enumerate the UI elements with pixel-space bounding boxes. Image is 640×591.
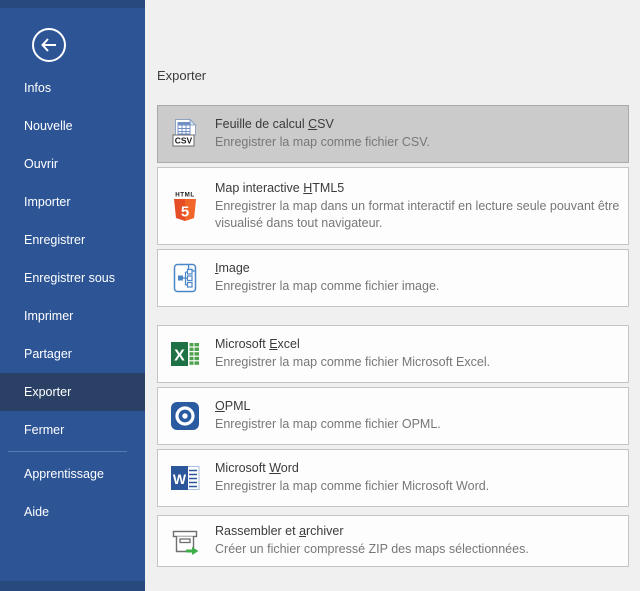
backstage-view: InfosNouvelleOuvrirImporterEnregistrerEn… bbox=[0, 0, 640, 591]
sidebar-separator bbox=[8, 451, 127, 452]
export-group: Rassembler et archiver Créer un fichier c… bbox=[157, 515, 629, 567]
svg-text:W: W bbox=[173, 471, 187, 487]
export-option-title: Feuille de calcul CSV bbox=[215, 117, 620, 131]
export-option-title: OPML bbox=[215, 399, 620, 413]
sidebar-item-exporter[interactable]: Exporter bbox=[0, 373, 145, 411]
sidebar-item-infos[interactable]: Infos bbox=[0, 69, 145, 107]
export-option-description: Enregistrer la map comme fichier Microso… bbox=[215, 478, 620, 494]
excel-icon: X bbox=[168, 337, 202, 371]
export-option-texts: OPML Enregistrer la map comme fichier OPM… bbox=[215, 399, 620, 432]
sidebar-item-partager[interactable]: Partager bbox=[0, 335, 145, 373]
image-file-icon bbox=[168, 261, 202, 295]
export-option-map-interactive-html5[interactable]: HTML 5 Map interactive HTML5 Enregistrer la… bbox=[157, 167, 629, 245]
export-option-description: Créer un fichier compressé ZIP des maps … bbox=[215, 541, 620, 557]
export-option-description: Enregistrer la map comme fichier CSV. bbox=[215, 134, 620, 150]
export-option-title: Map interactive HTML5 bbox=[215, 181, 620, 195]
back-arrow-icon bbox=[30, 51, 68, 68]
export-option-texts: Microsoft Excel Enregistrer la map comme … bbox=[215, 337, 620, 370]
svg-text:HTML: HTML bbox=[175, 192, 195, 199]
export-group: CSV Feuille de calcul CSV Enregistrer la m… bbox=[157, 105, 629, 307]
sidebar-menu: InfosNouvelleOuvrirImporterEnregistrerEn… bbox=[0, 69, 145, 531]
sidebar-item-nouvelle[interactable]: Nouvelle bbox=[0, 107, 145, 145]
sidebar-item-apprentissage[interactable]: Apprentissage bbox=[0, 455, 145, 493]
html5-icon: HTML 5 bbox=[168, 189, 202, 223]
csv-file-icon: CSV bbox=[168, 117, 202, 151]
export-option-texts: Microsoft Word Enregistrer la map comme f… bbox=[215, 461, 620, 494]
sidebar-item-ouvrir[interactable]: Ouvrir bbox=[0, 145, 145, 183]
sidebar: InfosNouvelleOuvrirImporterEnregistrerEn… bbox=[0, 0, 145, 591]
export-option-opml[interactable]: OPML Enregistrer la map comme fichier OPM… bbox=[157, 387, 629, 445]
svg-text:X: X bbox=[174, 348, 185, 365]
export-option-feuille-de-calcul-csv[interactable]: CSV Feuille de calcul CSV Enregistrer la m… bbox=[157, 105, 629, 163]
word-icon: W bbox=[168, 461, 202, 495]
sidebar-item-fermer[interactable]: Fermer bbox=[0, 411, 145, 449]
export-option-texts: Feuille de calcul CSV Enregistrer la map … bbox=[215, 117, 620, 150]
sidebar-item-imprimer[interactable]: Imprimer bbox=[0, 297, 145, 335]
sidebar-bottom-strip bbox=[0, 581, 145, 591]
export-option-title: Image bbox=[215, 261, 620, 275]
sidebar-item-enregistrer-sous[interactable]: Enregistrer sous bbox=[0, 259, 145, 297]
export-option-image[interactable]: Image Enregistrer la map comme fichier im… bbox=[157, 249, 629, 307]
export-panel: Exporter CSV Feuille de calcul CSV Enregis… bbox=[145, 0, 640, 591]
export-option-description: Enregistrer la map comme fichier Microso… bbox=[215, 354, 620, 370]
export-option-title: Microsoft Excel bbox=[215, 337, 620, 351]
sidebar-item-importer[interactable]: Importer bbox=[0, 183, 145, 221]
export-groups: CSV Feuille de calcul CSV Enregistrer la m… bbox=[157, 105, 629, 585]
back-button[interactable] bbox=[30, 26, 68, 64]
sidebar-item-aide[interactable]: Aide bbox=[0, 493, 145, 531]
sidebar-top-strip bbox=[0, 0, 145, 8]
export-option-microsoft-excel[interactable]: X Microsoft Excel Enregistrer la map comme… bbox=[157, 325, 629, 383]
opml-icon bbox=[168, 399, 202, 433]
svg-text:5: 5 bbox=[181, 204, 189, 221]
svg-text:CSV: CSV bbox=[175, 136, 193, 146]
export-option-texts: Rassembler et archiver Créer un fichier c… bbox=[215, 524, 620, 557]
export-option-description: Enregistrer la map comme fichier OPML. bbox=[215, 416, 620, 432]
export-option-title: Rassembler et archiver bbox=[215, 524, 620, 538]
export-option-rassembler-et-archiver[interactable]: Rassembler et archiver Créer un fichier c… bbox=[157, 515, 629, 567]
sidebar-item-enregistrer[interactable]: Enregistrer bbox=[0, 221, 145, 259]
export-option-description: Enregistrer la map comme fichier image. bbox=[215, 278, 620, 294]
page-title: Exporter bbox=[157, 68, 206, 83]
export-option-texts: Map interactive HTML5 Enregistrer la map … bbox=[215, 181, 620, 231]
export-option-description: Enregistrer la map dans un format intera… bbox=[215, 198, 620, 231]
export-option-title: Microsoft Word bbox=[215, 461, 620, 475]
export-option-texts: Image Enregistrer la map comme fichier im… bbox=[215, 261, 620, 294]
archive-icon bbox=[168, 524, 202, 558]
export-group: X Microsoft Excel Enregistrer la map comme… bbox=[157, 325, 629, 507]
export-option-microsoft-word[interactable]: W Microsoft Word Enregistrer la map comme … bbox=[157, 449, 629, 507]
